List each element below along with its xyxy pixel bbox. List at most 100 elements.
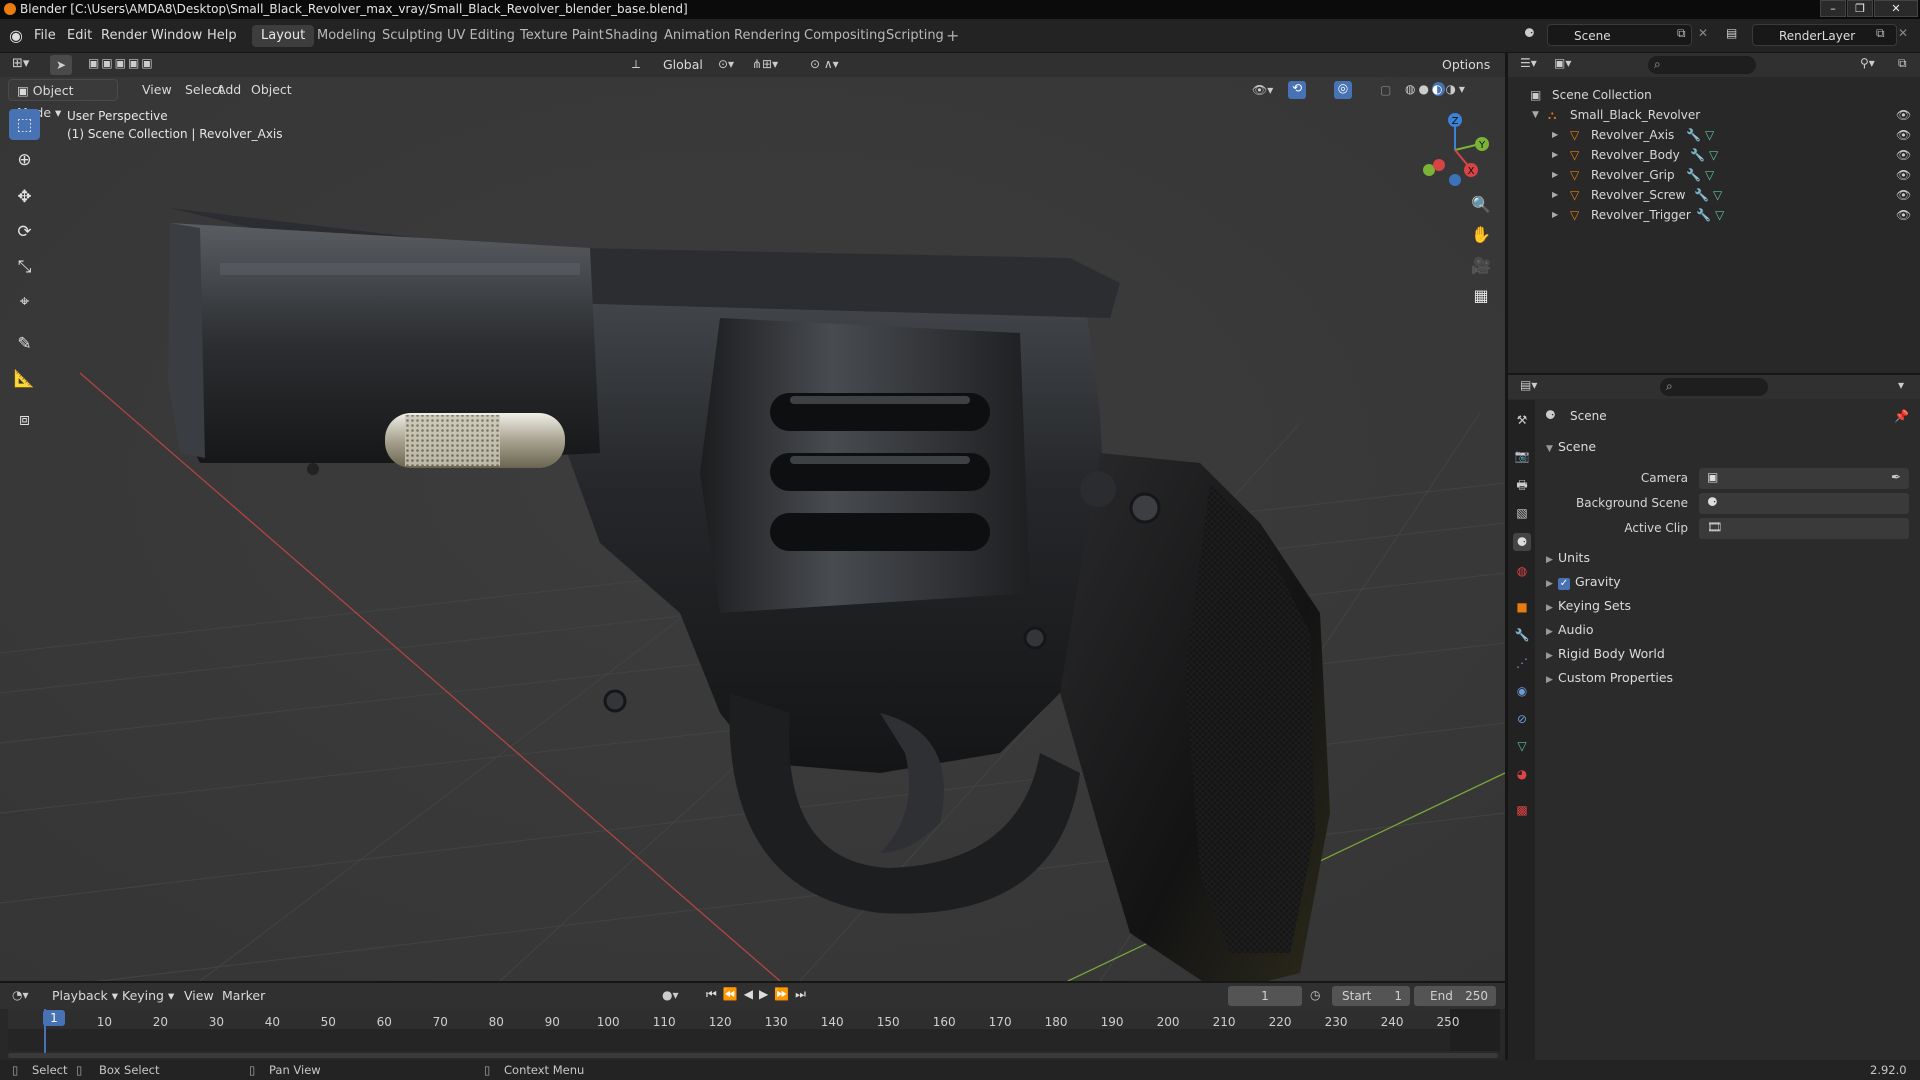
output-tab-icon[interactable]: 🖶 xyxy=(1513,476,1531,494)
new-layer-icon[interactable]: ⧉ xyxy=(1876,26,1885,41)
transform-tool-icon[interactable]: ⌖ xyxy=(9,286,40,317)
active-clip-field[interactable]: 🎞 xyxy=(1699,518,1909,539)
add-workspace-icon[interactable]: + xyxy=(946,26,959,45)
scene-panel-header[interactable]: ▼ Scene xyxy=(1546,439,1596,454)
visibility-eye-icon[interactable]: 👁 xyxy=(1896,165,1911,185)
timeline-scrollbar[interactable] xyxy=(8,1053,1498,1058)
cursor-tool-icon[interactable]: ⊕ xyxy=(9,144,40,175)
outliner-object-row[interactable]: ▶ ▽ Revolver_Screw 🔧 ▽ 👁 xyxy=(1508,185,1920,205)
marker-menu[interactable]: Marker xyxy=(214,985,273,1007)
units-section[interactable]: ▶ Units xyxy=(1546,550,1590,565)
keying-menu[interactable]: Keying ▾ xyxy=(114,985,182,1007)
new-collection-icon[interactable]: ⧉ xyxy=(1898,56,1907,71)
timeline-track[interactable] xyxy=(8,1029,1498,1051)
gizmo-toggle-icon[interactable]: ⟲ xyxy=(1288,81,1306,99)
filter-icon[interactable]: ⚲▾ xyxy=(1860,56,1875,70)
expand-arrow-icon[interactable]: ▶ xyxy=(1552,165,1558,185)
viewport-menu-object[interactable]: Object xyxy=(243,79,300,101)
add-cube-tool-icon[interactable]: ⧈ xyxy=(9,404,40,435)
rigid-body-world-section[interactable]: ▶ Rigid Body World xyxy=(1546,646,1665,661)
overlay-toggle-icon[interactable]: ◎ xyxy=(1334,81,1352,99)
material-tab-icon[interactable]: ◕ xyxy=(1513,765,1531,783)
tool-tab-icon[interactable]: ⚒ xyxy=(1513,411,1531,429)
transform-orientation-dropdown[interactable]: Global xyxy=(655,54,711,76)
scene-browse-icon[interactable]: ⚈ xyxy=(1524,26,1535,40)
background-scene-field[interactable]: ⚈ xyxy=(1699,493,1909,514)
scene-tab-icon[interactable]: ⚈ xyxy=(1513,533,1531,551)
expand-arrow-icon[interactable]: ▶ xyxy=(1552,185,1558,205)
3d-viewport[interactable]: ⊞▾ ➤ ▣▣▣▣▣ ⟂ Global ⊙▾ ⋔⊞▾ ⊙ ∧▾ Options … xyxy=(0,53,1505,981)
clock-icon[interactable]: ◷ xyxy=(1310,988,1320,1002)
pin-icon[interactable]: 📌 xyxy=(1894,409,1909,423)
expand-arrow-icon[interactable]: ▼ xyxy=(1532,105,1539,125)
menu-file[interactable]: File xyxy=(34,28,56,43)
measure-tool-icon[interactable]: 📐 xyxy=(9,363,40,394)
close-button[interactable]: ✕ xyxy=(1874,0,1918,17)
end-frame-field[interactable]: End 250 xyxy=(1414,986,1496,1006)
visibility-eye-icon[interactable]: 👁 xyxy=(1896,205,1911,225)
audio-section[interactable]: ▶ Audio xyxy=(1546,622,1594,637)
properties-editor-icon[interactable]: ▤▾ xyxy=(1520,378,1537,392)
editor-type-icon[interactable]: ⊞▾ xyxy=(12,56,29,71)
texture-tab-icon[interactable]: ▩ xyxy=(1513,801,1531,819)
physics-tab-icon[interactable]: ◉ xyxy=(1513,682,1531,700)
render-tab-icon[interactable]: 📷 xyxy=(1513,447,1531,465)
rotate-tool-icon[interactable]: ⟳ xyxy=(9,216,40,247)
gravity-section[interactable]: ▶ ✓ Gravity xyxy=(1546,574,1621,590)
timeline-editor-icon[interactable]: ◔▾ xyxy=(12,988,29,1002)
zoom-icon[interactable]: 🔍 xyxy=(1466,190,1496,220)
gravity-checkbox[interactable]: ✓ xyxy=(1558,578,1570,590)
view-layer-tab-icon[interactable]: ▧ xyxy=(1513,504,1531,522)
scene-selector[interactable]: Scene xyxy=(1547,24,1692,46)
outliner-object-row[interactable]: ▶ ▽ Revolver_Trigger 🔧 ▽ 👁 xyxy=(1508,205,1920,225)
visibility-eye-icon[interactable]: 👁 xyxy=(1896,105,1911,125)
custom-properties-section[interactable]: ▶ Custom Properties xyxy=(1546,670,1673,685)
proportional-edit-icon[interactable]: ⊙ ∧▾ xyxy=(810,57,839,71)
move-tool-icon[interactable]: ✥ xyxy=(9,181,40,212)
shading-modes-icons[interactable]: ◍●◐◑▾ xyxy=(1405,82,1468,96)
record-icon[interactable]: ●▾ xyxy=(662,988,679,1002)
snap-icon[interactable]: ⋔⊞▾ xyxy=(752,57,778,71)
options-dropdown[interactable]: Options xyxy=(1434,54,1498,76)
navigation-gizmo[interactable]: Z Y X xyxy=(1410,108,1490,188)
outliner-object-row[interactable]: ▶ ▽ Revolver_Body 🔧 ▽ 👁 xyxy=(1508,145,1920,165)
maximize-button[interactable]: ❐ xyxy=(1847,0,1873,17)
outliner-object-row[interactable]: ▶ ▽ Revolver_Axis 🔧 ▽ 👁 xyxy=(1508,125,1920,145)
annotate-tool-icon[interactable]: ✎ xyxy=(9,328,40,359)
menu-help[interactable]: Help xyxy=(207,28,237,43)
outliner-search-input[interactable]: ⌕ xyxy=(1648,56,1756,74)
outliner-editor-icon[interactable]: ☰▾ xyxy=(1520,56,1537,70)
current-frame-field[interactable]: 1 xyxy=(1228,986,1302,1006)
layer-browse-icon[interactable]: ▤ xyxy=(1726,26,1737,40)
menu-render[interactable]: Render xyxy=(101,28,147,43)
blender-menu-icon[interactable]: ◉ xyxy=(9,26,23,45)
data-tab-icon[interactable]: ▽ xyxy=(1513,737,1531,755)
scene-collection-row[interactable]: ▣ Scene Collection xyxy=(1508,85,1920,105)
pan-hand-icon[interactable]: ✋ xyxy=(1466,220,1496,250)
select-mode-icons[interactable]: ▣▣▣▣▣ xyxy=(88,56,155,70)
eyedropper-icon[interactable]: ✒ xyxy=(1891,470,1901,484)
new-scene-icon[interactable]: ⧉ xyxy=(1677,26,1686,41)
expand-arrow-icon[interactable]: ▶ xyxy=(1552,125,1558,145)
remove-scene-icon[interactable]: ✕ xyxy=(1698,26,1708,40)
camera-view-icon[interactable]: 🎥 xyxy=(1466,251,1496,281)
properties-options-icon[interactable]: ▾ xyxy=(1898,378,1904,392)
outliner-panel[interactable]: ☰▾ ▣▾ ⌕ ⚲▾ ⧉ ▣ Scene Collection ▼ ⛬ Smal… xyxy=(1508,53,1920,373)
collection-row[interactable]: ▼ ⛬ Small_Black_Revolver 👁 xyxy=(1508,105,1920,125)
expand-arrow-icon[interactable]: ▶ xyxy=(1552,145,1558,165)
visibility-eye-icon[interactable]: 👁 xyxy=(1896,125,1911,145)
start-frame-field[interactable]: Start 1 xyxy=(1332,986,1410,1006)
playhead-frame-badge[interactable]: 1 xyxy=(43,1010,65,1026)
tool-select-icon[interactable]: ➤ xyxy=(50,55,72,75)
visibility-icon[interactable]: 👁▾ xyxy=(1252,83,1273,97)
modifier-tab-icon[interactable]: 🔧 xyxy=(1513,626,1531,644)
playback-controls-icons[interactable]: ⏮⏪◀▶⏩⏭ xyxy=(706,987,812,1002)
tab-scripting[interactable]: Scripting xyxy=(877,25,953,47)
pivot-point-icon[interactable]: ⊙▾ xyxy=(718,57,734,71)
menu-window[interactable]: Window xyxy=(151,28,202,43)
keying-sets-section[interactable]: ▶ Keying Sets xyxy=(1546,598,1631,613)
object-tab-icon[interactable]: ■ xyxy=(1513,598,1531,616)
world-tab-icon[interactable]: ◍ xyxy=(1513,562,1531,580)
scale-tool-icon[interactable]: ⤡ xyxy=(9,251,40,282)
viewport-canvas[interactable] xyxy=(0,53,1505,981)
